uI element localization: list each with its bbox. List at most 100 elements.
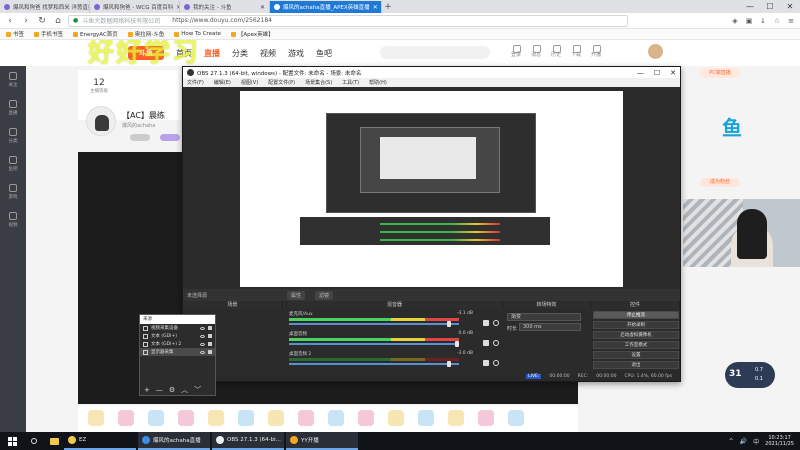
volume-slider-handle[interactable] [455, 341, 459, 347]
volume-slider-handle[interactable] [447, 361, 451, 367]
home-icon[interactable]: ⌂ [52, 16, 64, 26]
site-search-input[interactable] [380, 46, 490, 59]
header-icon[interactable]: 开播 [590, 44, 602, 60]
gift-icon[interactable] [328, 410, 344, 426]
volume-slider[interactable] [289, 363, 459, 365]
header-icon[interactable]: 登录 [510, 44, 522, 60]
nav-category[interactable]: 分类 [232, 48, 248, 59]
move-up-button[interactable]: ︿ [181, 385, 188, 395]
browser-tab-3[interactable]: 我的关注 - 斗鱼 ✕ [180, 1, 270, 13]
visibility-eye-icon[interactable] [200, 326, 205, 330]
bookmark-item[interactable]: EnergyAC首页 [73, 30, 118, 38]
gift-icon[interactable] [448, 410, 464, 426]
gift-icon[interactable] [358, 410, 374, 426]
taskbar-app[interactable]: 爆风的achaha直播 [138, 432, 210, 450]
rail-item[interactable]: 鱼吧 [0, 150, 26, 178]
source-item[interactable]: 文本 (GDI+) 2 [140, 340, 215, 348]
menu-view[interactable]: 视图(V) [241, 79, 258, 86]
obs-preview-canvas[interactable] [240, 91, 623, 287]
gift-icon[interactable] [388, 410, 404, 426]
join-fan-button[interactable]: 成为粉丝 [700, 178, 740, 187]
obs-maximize-button[interactable]: ☐ [654, 69, 660, 77]
lock-icon[interactable] [208, 334, 212, 338]
rail-item[interactable]: 视频 [0, 206, 26, 234]
start-recording-button[interactable]: 开始录制 [593, 321, 679, 329]
gift-icon[interactable] [88, 410, 104, 426]
remove-source-button[interactable]: — [156, 386, 163, 394]
nav-live[interactable]: 直播 [204, 48, 220, 59]
browser-tab-2[interactable]: 爆风和狗爸 - WCG 百度百科✕ [90, 1, 180, 13]
nav-fishbar[interactable]: 鱼吧 [316, 48, 332, 59]
source-item[interactable]: 视频采集设备 [140, 324, 215, 332]
gift-icon[interactable] [508, 410, 524, 426]
shield-icon[interactable]: ◈ [730, 16, 740, 26]
visibility-eye-icon[interactable] [200, 342, 205, 346]
maximize-button[interactable]: ☐ [760, 0, 780, 13]
gear-icon[interactable] [493, 340, 499, 346]
minimize-button[interactable]: — [740, 0, 760, 13]
menu-tools[interactable]: 工具(T) [342, 79, 359, 86]
volume-slider[interactable] [289, 343, 459, 345]
rail-item[interactable]: 分类 [0, 122, 26, 150]
menu-file[interactable]: 文件(F) [187, 79, 204, 86]
gift-icon[interactable] [418, 410, 434, 426]
bookmark-item[interactable]: How To Create [174, 31, 221, 37]
user-avatar[interactable] [648, 44, 663, 59]
transition-select[interactable]: 渐变 [507, 313, 581, 321]
browser-tab-active[interactable]: 爆风的achaha直播_APEX英雄直播 ✕ [270, 1, 382, 13]
bookmark-item[interactable]: 【Apex英雄】 [230, 30, 274, 38]
bookmark-item[interactable]: 手机书签 [34, 30, 63, 38]
header-icon[interactable]: 历史 [550, 44, 562, 60]
gift-icon[interactable] [268, 410, 284, 426]
gear-icon[interactable] [493, 360, 499, 366]
ime-icon[interactable]: 中 [753, 437, 759, 446]
star-icon[interactable]: ☆ [772, 16, 782, 26]
anchor-tag[interactable] [160, 134, 180, 141]
menu-icon[interactable]: ≡ [786, 16, 796, 26]
taskbar-app[interactable]: OBS 27.1.3 (64-bi... [212, 432, 284, 450]
pc-live-badge[interactable]: PC端直播 [700, 68, 740, 78]
menu-scene-collection[interactable]: 场景集合(S) [305, 79, 332, 86]
close-tab-icon[interactable]: ✕ [373, 4, 378, 11]
download-icon[interactable]: ↓ [758, 16, 768, 26]
studio-mode-button[interactable]: 工作室模式 [593, 341, 679, 349]
taskbar-app[interactable]: EZ [64, 432, 136, 450]
close-window-button[interactable]: ✕ [780, 0, 800, 13]
bookmark-item[interactable]: 奥拉网-斗鱼 [127, 30, 164, 38]
obs-close-button[interactable]: ✕ [670, 69, 676, 77]
rail-item[interactable]: 关注 [0, 66, 26, 94]
forward-arrow-icon[interactable]: › [20, 16, 32, 26]
settings-button[interactable]: 设置 [593, 351, 679, 359]
speaker-icon[interactable] [483, 360, 489, 366]
taskbar-app[interactable]: YY开播 [286, 432, 358, 450]
file-explorer-icon[interactable] [44, 432, 64, 450]
lock-icon[interactable] [208, 326, 212, 330]
browser-tab-1[interactable]: 爆风和狗爸 找梦和西米 洋葱直播✕ [0, 1, 90, 13]
search-icon[interactable] [24, 432, 44, 450]
visibility-eye-icon[interactable] [200, 334, 205, 338]
filters-button[interactable]: 滤镜 [315, 290, 334, 300]
visibility-eye-icon[interactable] [200, 350, 205, 354]
volume-slider-handle[interactable] [447, 321, 451, 327]
refresh-icon[interactable]: ↻ [36, 16, 48, 26]
menu-profile[interactable]: 配置文件(P) [268, 79, 295, 86]
source-settings-button[interactable]: ⚙ [169, 386, 175, 394]
gift-icon[interactable] [298, 410, 314, 426]
back-arrow-icon[interactable]: ‹ [4, 16, 16, 26]
source-item-selected[interactable]: 显示器采集 [140, 348, 215, 356]
network-speed-widget[interactable]: 31 0.7 0.1 [725, 362, 775, 388]
start-virtual-camera-button[interactable]: 启动虚拟摄像机 [593, 331, 679, 339]
obs-minimize-button[interactable]: — [637, 69, 644, 77]
nav-game[interactable]: 游戏 [288, 48, 304, 59]
nav-video[interactable]: 视频 [260, 48, 276, 59]
gift-icon[interactable] [238, 410, 254, 426]
gift-icon[interactable] [118, 410, 134, 426]
properties-button[interactable]: 属性 [287, 290, 306, 300]
close-tab-icon[interactable]: ✕ [260, 4, 265, 11]
header-icon[interactable]: 下载 [570, 44, 582, 60]
extension-icon[interactable]: ▣ [744, 16, 754, 26]
lock-icon[interactable] [208, 350, 212, 354]
rail-item[interactable]: 游戏 [0, 178, 26, 206]
speaker-icon[interactable] [483, 320, 489, 326]
anchor-avatar[interactable] [86, 106, 116, 136]
